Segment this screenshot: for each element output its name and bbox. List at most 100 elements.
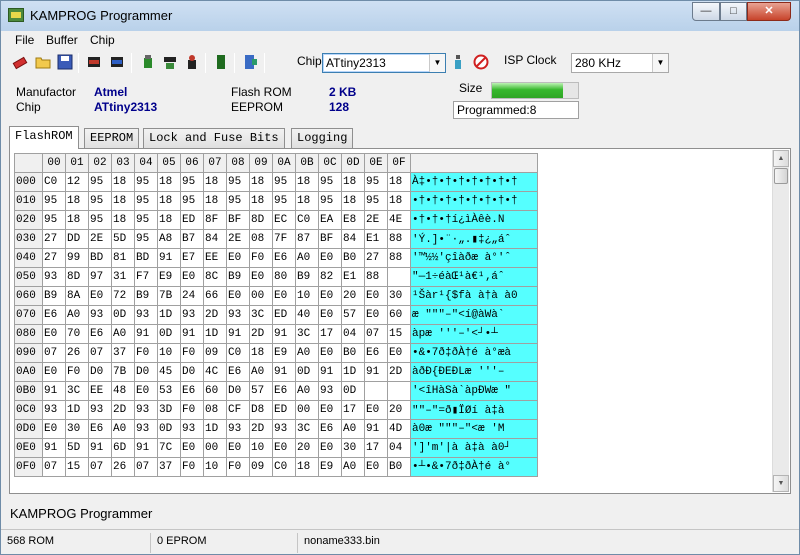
hex-cell[interactable]: 00 <box>295 400 319 420</box>
hex-cell[interactable]: E0 <box>364 286 388 306</box>
hex-cell[interactable]: E0 <box>318 400 342 420</box>
hex-cell[interactable]: 7B <box>157 286 181 306</box>
menu-file[interactable]: File <box>15 33 34 47</box>
chip-blank-icon[interactable] <box>162 54 178 70</box>
hex-cell[interactable]: E6 <box>88 419 112 439</box>
hex-cell[interactable]: E0 <box>318 305 342 325</box>
hex-cell[interactable]: A0 <box>249 362 273 382</box>
tab-lock-fuse-bits[interactable]: Lock and Fuse Bits <box>143 128 285 148</box>
hex-cell[interactable]: 57 <box>341 305 365 325</box>
hex-cell[interactable]: 3C <box>65 381 89 401</box>
hex-cell[interactable]: B9 <box>42 286 66 306</box>
hex-cell[interactable]: 2D <box>387 362 411 382</box>
scroll-up-icon[interactable]: ▲ <box>773 150 789 167</box>
hex-cell[interactable]: 09 <box>249 457 273 477</box>
ascii-cell[interactable]: '<îHàSà`àpÐWæ " <box>410 381 538 401</box>
tab-eeprom[interactable]: EEPROM <box>84 128 140 148</box>
hex-cell[interactable]: 57 <box>249 381 273 401</box>
hex-cell[interactable]: 18 <box>341 172 365 192</box>
hex-cell[interactable]: 07 <box>88 457 112 477</box>
hex-cell[interactable]: 37 <box>157 457 181 477</box>
hex-cell[interactable]: 91 <box>226 324 250 344</box>
hex-cell[interactable]: 93 <box>134 419 158 439</box>
isp-clock-select[interactable]: 280 KHz ▼ <box>571 53 669 73</box>
hex-cell[interactable]: 20 <box>295 438 319 458</box>
hex-cell[interactable]: 3C <box>249 305 273 325</box>
hex-cell[interactable]: B0 <box>341 343 365 363</box>
hex-cell[interactable]: 18 <box>295 457 319 477</box>
hex-cell[interactable]: 18 <box>249 343 273 363</box>
scroll-thumb[interactable] <box>774 168 788 184</box>
hex-cell[interactable]: 95 <box>88 210 112 230</box>
hex-cell[interactable]: F0 <box>65 362 89 382</box>
hex-cell[interactable]: E6 <box>318 419 342 439</box>
hex-cell[interactable]: 0D <box>157 419 181 439</box>
hex-cell[interactable]: 18 <box>387 172 411 192</box>
hex-cell[interactable]: 82 <box>318 267 342 287</box>
ascii-cell[interactable]: À‡•†•†•†•†•†•†•† <box>410 172 538 192</box>
hex-cell[interactable]: 00 <box>249 286 273 306</box>
hex-cell[interactable]: 91 <box>272 362 296 382</box>
hex-cell[interactable]: B0 <box>387 457 411 477</box>
hex-cell[interactable]: 95 <box>42 210 66 230</box>
hex-cell[interactable]: C0 <box>226 343 250 363</box>
hex-cell[interactable]: 3C <box>295 324 319 344</box>
hex-cell[interactable]: 18 <box>341 191 365 211</box>
hex-cell[interactable]: E8 <box>341 210 365 230</box>
hex-cell[interactable]: 10 <box>249 438 273 458</box>
hex-cell[interactable] <box>364 381 388 401</box>
hex-cell[interactable]: 95 <box>42 191 66 211</box>
hex-cell[interactable]: 24 <box>180 286 204 306</box>
ascii-cell[interactable]: •†•†•†•†•†•†•†•† <box>410 191 538 211</box>
close-button[interactable]: ✕ <box>747 2 791 21</box>
hex-cell[interactable]: 91 <box>157 248 181 268</box>
chip-erase-icon[interactable] <box>184 54 200 70</box>
hex-cell[interactable]: 91 <box>364 419 388 439</box>
hex-cell[interactable]: 72 <box>111 286 135 306</box>
hex-cell[interactable]: 93 <box>134 400 158 420</box>
hex-cell[interactable]: D0 <box>88 362 112 382</box>
hex-cell[interactable]: 4E <box>387 210 411 230</box>
hex-cell[interactable]: E0 <box>226 286 250 306</box>
hex-cell[interactable]: 95 <box>364 172 388 192</box>
hex-cell[interactable]: 93 <box>42 267 66 287</box>
save-disk-icon[interactable] <box>57 54 73 70</box>
hex-cell[interactable]: DD <box>65 229 89 249</box>
hex-cell[interactable]: 18 <box>111 172 135 192</box>
hex-cell[interactable]: 20 <box>341 286 365 306</box>
hex-cell[interactable]: E0 <box>364 457 388 477</box>
hex-cell[interactable]: 30 <box>387 286 411 306</box>
hex-cell[interactable]: 95 <box>134 191 158 211</box>
hex-cell[interactable]: 95 <box>180 172 204 192</box>
hex-cell[interactable]: E0 <box>180 267 204 287</box>
hex-cell[interactable]: 93 <box>88 305 112 325</box>
hex-cell[interactable]: B9 <box>226 267 250 287</box>
hex-cell[interactable]: 95 <box>318 191 342 211</box>
ascii-cell[interactable]: ¹Šàr¹{$fà à†à à0 <box>410 286 538 306</box>
hex-cell[interactable]: F7 <box>134 267 158 287</box>
hex-cell[interactable] <box>387 381 411 401</box>
hex-cell[interactable]: 18 <box>387 191 411 211</box>
ascii-cell[interactable]: "—1÷éàŒ¹à€¹‚áˆ <box>410 267 538 287</box>
hex-cell[interactable]: 99 <box>65 248 89 268</box>
hex-cell[interactable]: 4D <box>387 419 411 439</box>
ascii-cell[interactable]: àpæ '''–'<┘•┴ <box>410 324 538 344</box>
hex-cell[interactable]: 8A <box>65 286 89 306</box>
hex-cell[interactable]: A0 <box>111 324 135 344</box>
hex-cell[interactable]: 2E <box>88 229 112 249</box>
hex-cell[interactable]: E6 <box>272 248 296 268</box>
hex-cell[interactable]: EC <box>272 210 296 230</box>
hex-cell[interactable]: 2D <box>249 324 273 344</box>
hex-cell[interactable]: 93 <box>180 419 204 439</box>
hex-cell[interactable]: F0 <box>226 457 250 477</box>
hex-cell[interactable]: 18 <box>249 191 273 211</box>
hex-cell[interactable]: A0 <box>295 381 319 401</box>
hex-cell[interactable]: 88 <box>387 248 411 268</box>
hex-cell[interactable]: 18 <box>203 172 227 192</box>
hex-cell[interactable]: 6D <box>111 438 135 458</box>
hex-cell[interactable]: 97 <box>88 267 112 287</box>
hex-cell[interactable]: C0 <box>42 172 66 192</box>
chip-read-icon[interactable] <box>86 54 102 70</box>
hex-cell[interactable]: 91 <box>272 324 296 344</box>
hex-cell[interactable]: 48 <box>111 381 135 401</box>
